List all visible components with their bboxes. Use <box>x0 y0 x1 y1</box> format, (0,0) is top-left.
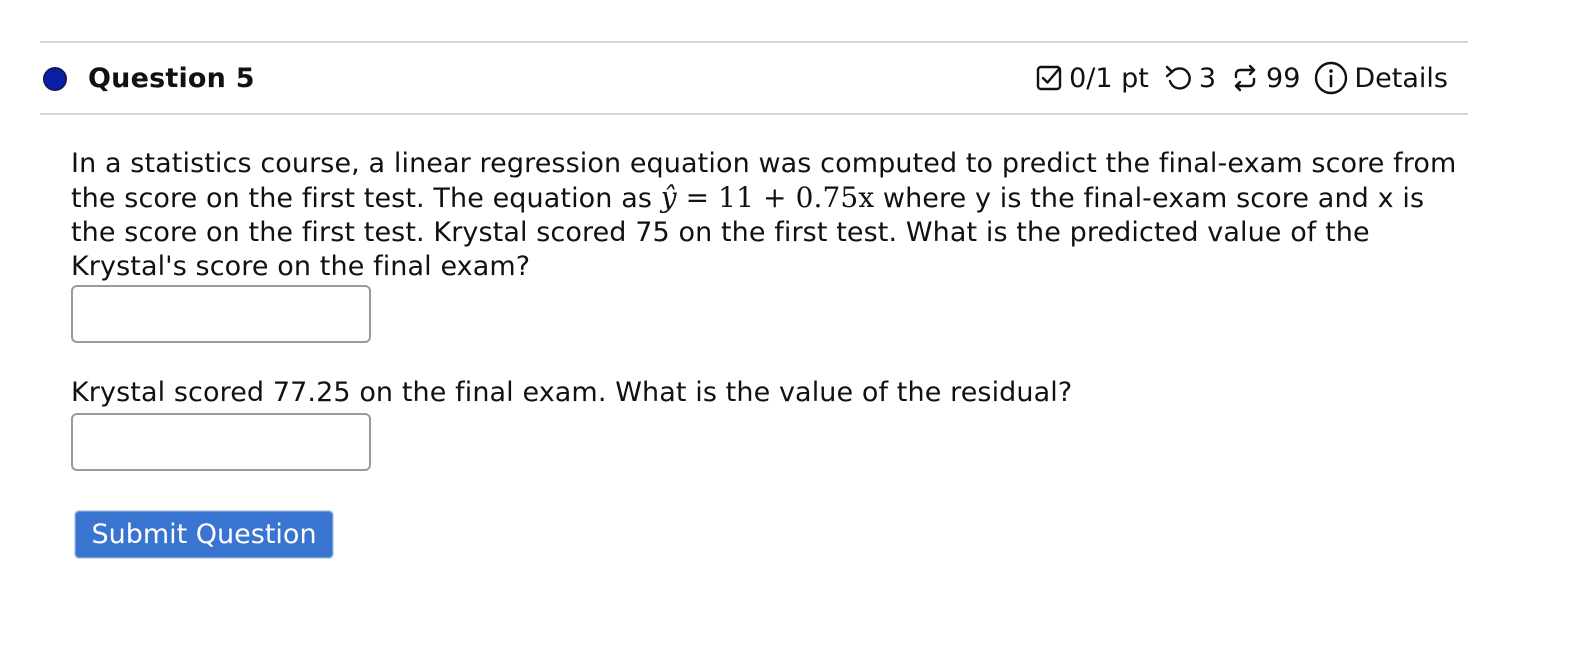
residual-question: Krystal scored 77.25 on the final exam. … <box>71 377 1073 408</box>
status-dot-icon <box>43 67 67 91</box>
retries-count: 3 <box>1198 62 1217 94</box>
score-text: 0/1 pt <box>1069 62 1149 94</box>
question-header: Question 5 0/1 pt 3 99 Details <box>40 41 1468 115</box>
predicted-score-input[interactable] <box>71 285 371 343</box>
submit-question-button[interactable]: Submit Question <box>75 511 333 558</box>
question-meta: 0/1 pt 3 99 Details <box>1035 61 1448 95</box>
checkbox-icon <box>1035 64 1063 92</box>
question-frame: Question 5 0/1 pt 3 99 Details In a stat… <box>0 0 1594 662</box>
undo-icon <box>1163 63 1193 93</box>
details-link[interactable]: Details <box>1354 63 1448 94</box>
equation-lhs: ŷ <box>660 181 677 214</box>
repeat-icon <box>1230 63 1260 93</box>
question-prompt: In a statistics course, a linear regress… <box>71 147 1471 284</box>
info-icon[interactable] <box>1314 61 1348 95</box>
residual-input[interactable] <box>71 413 371 471</box>
regression-equation: ŷ = 11 + 0.75x <box>661 181 875 214</box>
equation-rhs: = 11 + 0.75x <box>676 181 875 214</box>
attempts-count: 99 <box>1266 62 1301 94</box>
question-title: Question 5 <box>88 63 255 94</box>
